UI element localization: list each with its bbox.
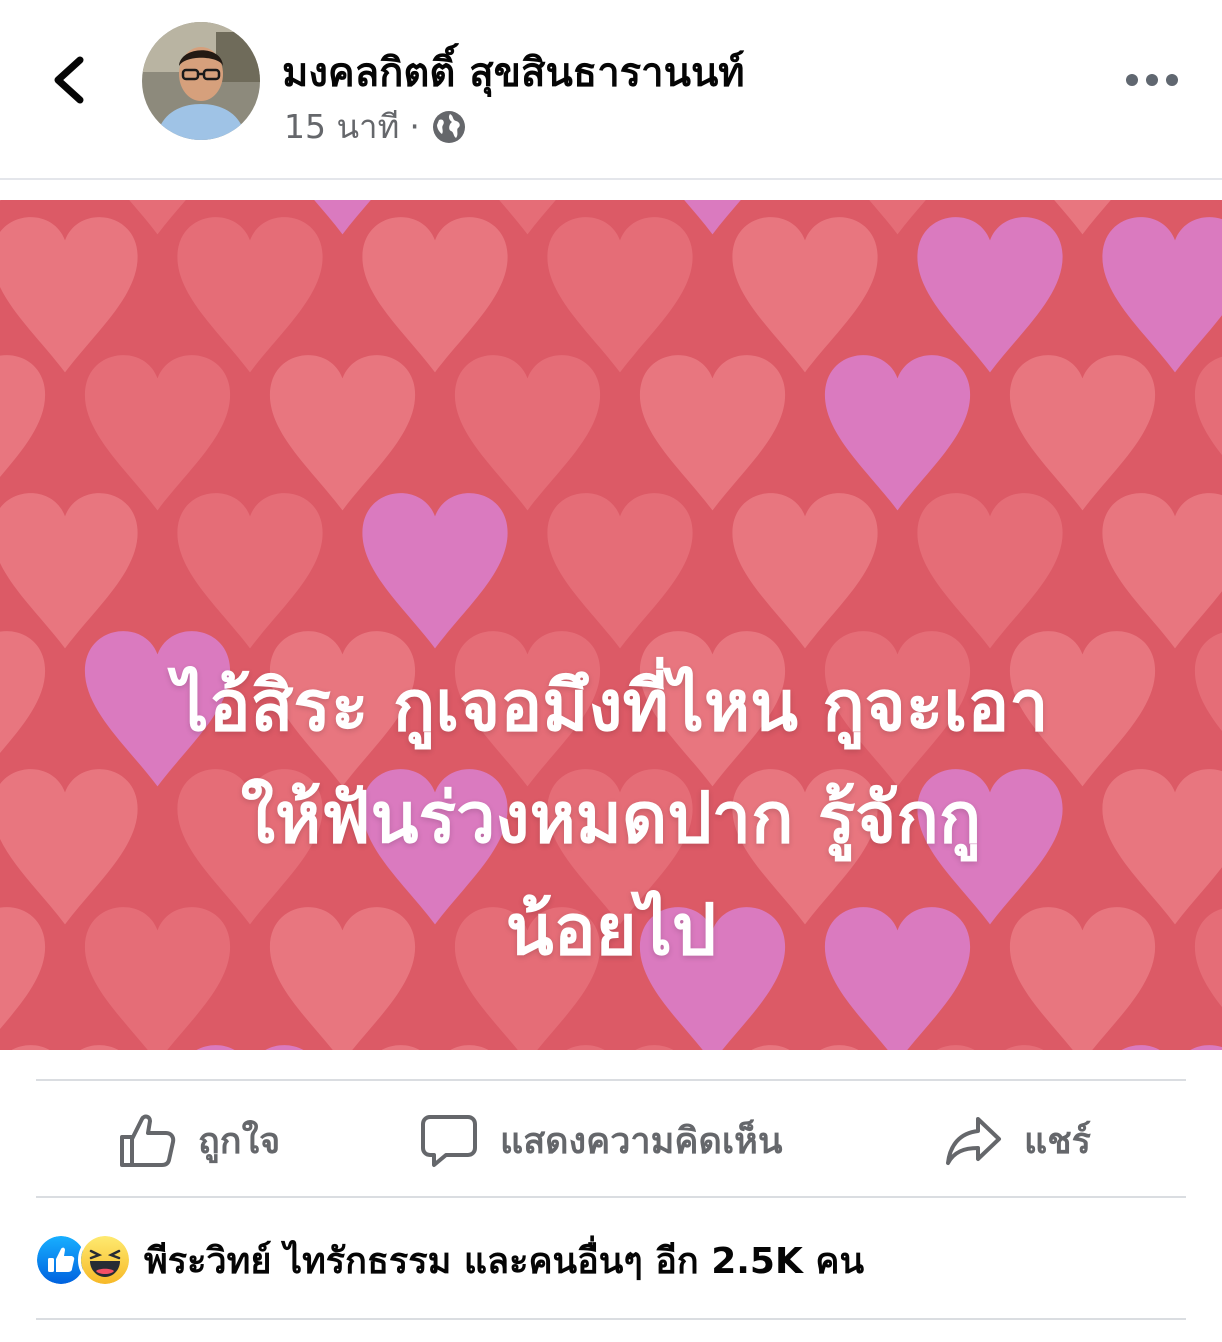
heart-shape bbox=[917, 493, 1063, 649]
heart-shape bbox=[0, 217, 138, 373]
heart-shape bbox=[362, 493, 508, 649]
author-avatar[interactable] bbox=[142, 22, 260, 140]
like-label: ถูกใจ bbox=[198, 1120, 281, 1162]
post-text-line: ไอ้สิระ กูเจอมึงที่ไหน กูจะเอา bbox=[173, 665, 1049, 747]
heart-shape bbox=[1121, 1045, 1222, 1050]
bottom-divider bbox=[36, 1318, 1186, 1320]
comment-button[interactable]: แสดงความคิดเห็น bbox=[420, 1110, 782, 1170]
heart-shape bbox=[936, 1045, 1044, 1050]
heart-shape bbox=[1194, 908, 1222, 1008]
heart-shape bbox=[0, 355, 46, 477]
actions-divider-bottom bbox=[36, 1196, 1186, 1198]
author-name[interactable]: มงคลกิตติ์ สุขสินธารานนท์ bbox=[282, 40, 745, 104]
heart-shape bbox=[11, 1045, 119, 1050]
share-label: แชร์ bbox=[1024, 1120, 1091, 1162]
actions-divider-top bbox=[36, 1079, 1186, 1081]
back-button[interactable] bbox=[40, 50, 100, 110]
heart-shape bbox=[639, 355, 786, 511]
heart-shape bbox=[381, 1045, 489, 1050]
comment-bubble-icon bbox=[421, 1115, 477, 1167]
heart-shape bbox=[1194, 356, 1222, 456]
post-text-line: น้อยไป bbox=[505, 889, 717, 971]
post-text: ไอ้สิระ กูเจอมึงที่ไหน กูจะเอา ให้ฟันร่ว… bbox=[60, 650, 1162, 986]
header-divider bbox=[0, 178, 1222, 180]
post-background[interactable]: ไอ้สิระ กูเจอมึงที่ไหน กูจะเอา ให้ฟันร่ว… bbox=[0, 200, 1222, 1050]
chevron-left-icon bbox=[54, 56, 84, 104]
heart-shape bbox=[1102, 217, 1222, 373]
more-options-button[interactable] bbox=[1122, 60, 1182, 100]
post-text-line: ให้ฟันร่วงหมดปาก รู้จักกู bbox=[240, 777, 982, 859]
heart-shape bbox=[566, 1045, 674, 1050]
share-button[interactable]: แชร์ bbox=[944, 1110, 1091, 1170]
meta-separator: · bbox=[409, 107, 420, 146]
heart-shape bbox=[177, 493, 323, 649]
reactions-text: พีระวิทย์ ไทรักธรรม และคนอื่นๆ อีก 2.5K … bbox=[144, 1240, 865, 1282]
like-button[interactable]: ถูกใจ bbox=[118, 1110, 280, 1170]
heart-shape bbox=[0, 493, 138, 649]
heart-shape bbox=[732, 493, 878, 649]
heart-shape bbox=[84, 355, 231, 511]
reactions-summary[interactable]: พีระวิทย์ ไทรักธรรม และคนอื่นๆ อีก 2.5K … bbox=[34, 1232, 864, 1288]
heart-shape bbox=[547, 493, 693, 649]
heart-shape bbox=[0, 631, 46, 753]
heart-shape bbox=[196, 1045, 304, 1050]
comment-label: แสดงความคิดเห็น bbox=[500, 1120, 783, 1162]
globe-icon bbox=[432, 110, 465, 143]
post-meta: 15 นาที · bbox=[284, 100, 468, 153]
post-time[interactable]: 15 นาที bbox=[284, 100, 399, 153]
heart-shape bbox=[1009, 355, 1156, 511]
action-bar: ถูกใจ แสดงความคิดเห็น แชร์ bbox=[0, 1082, 1222, 1198]
thumbs-up-icon bbox=[120, 1114, 176, 1167]
heart-shape bbox=[269, 355, 416, 511]
heart-shape bbox=[177, 217, 323, 373]
heart-shape bbox=[362, 217, 508, 373]
heart-shape bbox=[454, 355, 601, 511]
haha-reaction-icon bbox=[78, 1233, 132, 1287]
heart-shape bbox=[732, 217, 878, 373]
heart-shape bbox=[547, 217, 693, 373]
heart-shape bbox=[1194, 632, 1222, 732]
heart-shape bbox=[917, 217, 1063, 373]
share-arrow-icon bbox=[946, 1117, 1001, 1165]
heart-shape bbox=[0, 907, 46, 1029]
post-header: มงคลกิตติ์ สุขสินธารานนท์ 15 นาที · bbox=[0, 0, 1222, 180]
heart-shape bbox=[1102, 493, 1222, 649]
heart-shape bbox=[824, 355, 971, 511]
heart-shape bbox=[751, 1045, 859, 1050]
more-dots-icon bbox=[1126, 74, 1178, 86]
